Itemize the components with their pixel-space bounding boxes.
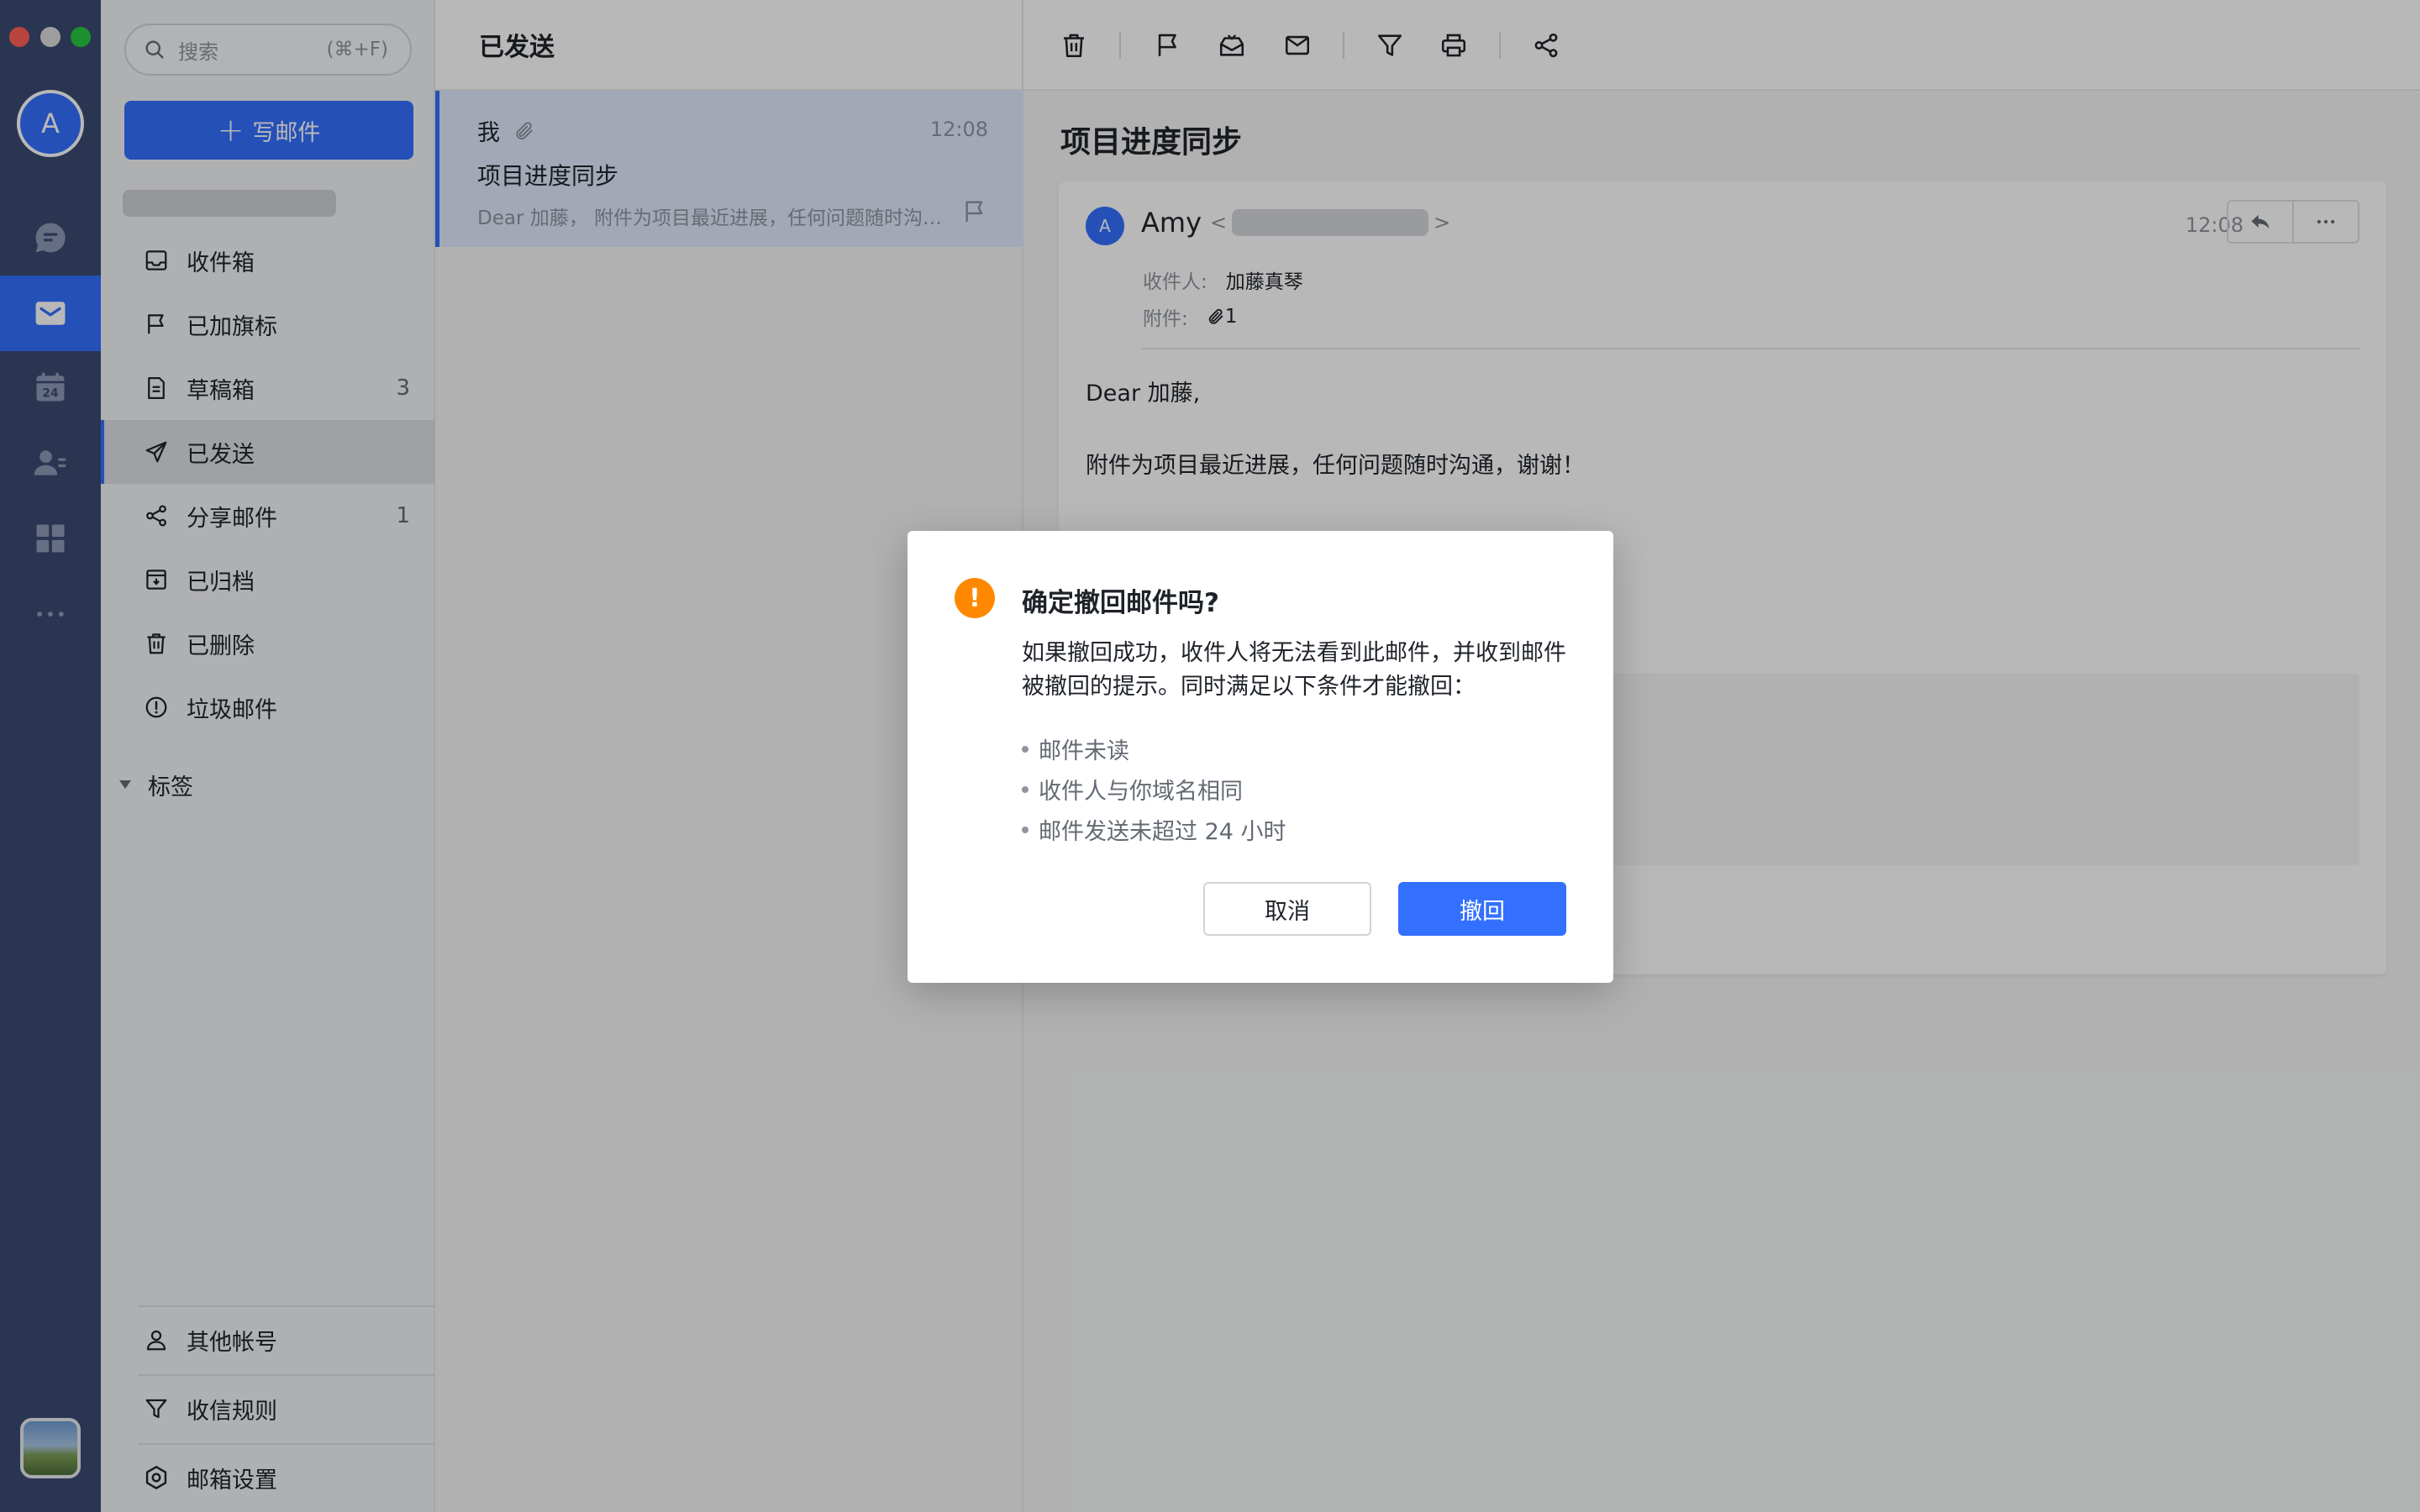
bullet-icon bbox=[1022, 745, 1028, 753]
bullet-icon bbox=[1022, 785, 1028, 793]
dialog-condition-item: 邮件发送未超过 24 小时 bbox=[1022, 813, 1286, 846]
condition-text: 邮件发送未超过 24 小时 bbox=[1039, 819, 1286, 845]
dialog-condition-item: 收件人与你域名相同 bbox=[1022, 773, 1243, 806]
condition-text: 收件人与你域名相同 bbox=[1039, 779, 1243, 805]
recall-confirm-dialog: ! 确定撤回邮件吗? 如果撤回成功，收件人将无法看到此邮件，并收到邮件被撤回的提… bbox=[908, 531, 1613, 983]
recall-button[interactable]: 撤回 bbox=[1398, 882, 1566, 936]
warning-icon: ! bbox=[955, 578, 995, 618]
cancel-button[interactable]: 取消 bbox=[1203, 882, 1371, 936]
dialog-condition-item: 邮件未读 bbox=[1022, 732, 1129, 765]
condition-text: 邮件未读 bbox=[1039, 738, 1129, 764]
bullet-icon bbox=[1022, 826, 1028, 833]
dialog-title: 确定撤回邮件吗? bbox=[1022, 588, 1219, 618]
dialog-description: 如果撤回成功，收件人将无法看到此邮件，并收到邮件被撤回的提示。同时满足以下条件才… bbox=[1022, 640, 1566, 700]
